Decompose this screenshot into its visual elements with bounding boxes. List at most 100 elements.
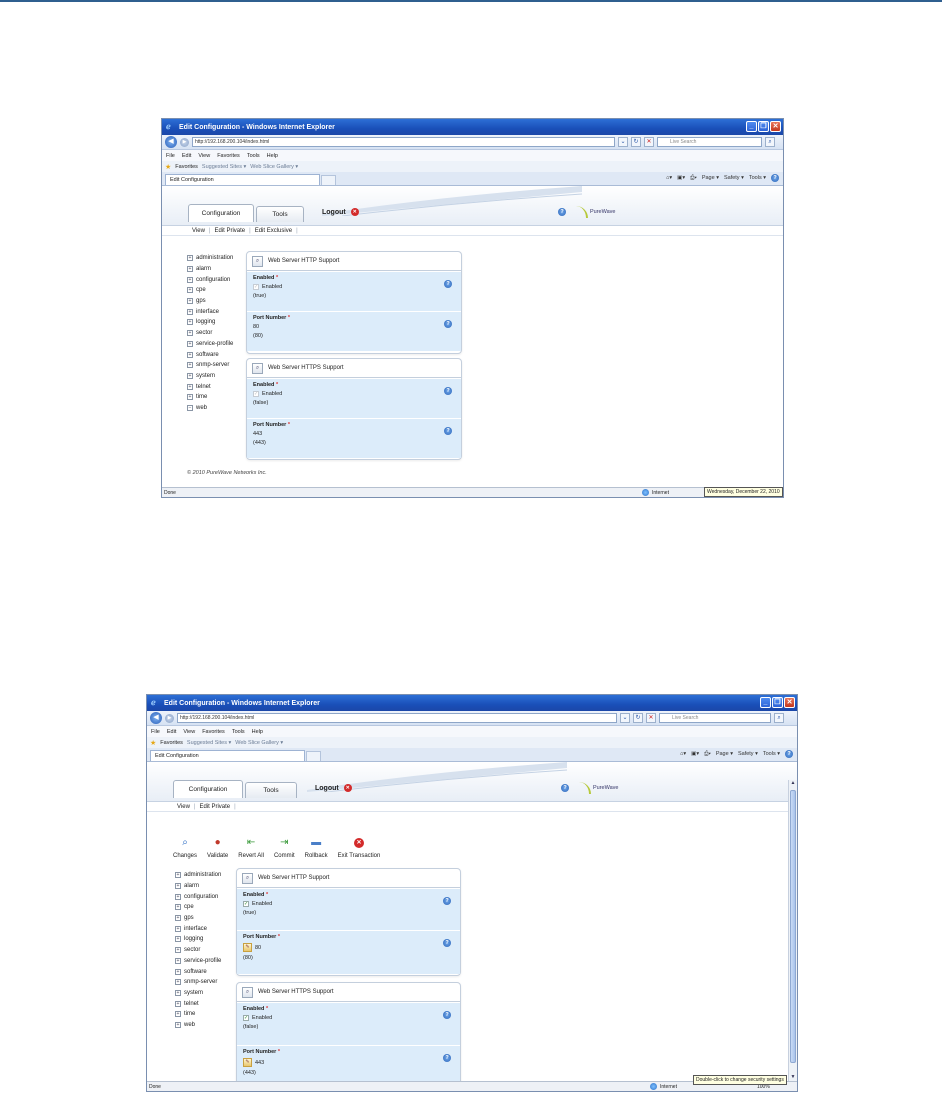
tree-item-service-profile[interactable]: + service-profile — [175, 956, 221, 967]
safety-menu[interactable]: Safety ▾ — [724, 175, 744, 181]
tree-item-time[interactable]: + time — [175, 1009, 221, 1020]
suggested-sites-link[interactable]: Suggested Sites ▾ — [187, 740, 231, 746]
refresh-button[interactable]: ↻ — [633, 713, 643, 723]
expand-icon[interactable]: + — [175, 1021, 181, 1028]
menu-edit[interactable]: Edit — [167, 729, 176, 735]
tree-item-software[interactable]: + software — [175, 966, 221, 977]
tab-tools[interactable]: Tools — [245, 782, 297, 798]
help-icon[interactable]: ? — [443, 897, 451, 905]
edit-icon[interactable]: ✎ — [243, 943, 252, 952]
collapse-icon[interactable]: − — [187, 404, 193, 411]
https-port-value[interactable]: 443 — [255, 1060, 264, 1066]
page-menu[interactable]: Page ▾ — [716, 751, 733, 757]
tree-item-time[interactable]: + time — [187, 392, 233, 403]
tree-item-configuration[interactable]: + configuration — [175, 891, 221, 902]
forward-button[interactable]: ▶ — [180, 137, 189, 147]
print-icon[interactable]: ⎙▾ — [690, 175, 697, 182]
subnav-edit-private[interactable]: Edit Private — [214, 228, 245, 234]
tree-item-cpe[interactable]: + cpe — [187, 285, 233, 296]
tree-item-alarm[interactable]: + alarm — [175, 881, 221, 892]
tree-item-logging[interactable]: + logging — [187, 317, 233, 328]
subnav-edit-private[interactable]: Edit Private — [199, 804, 230, 810]
menu-edit[interactable]: Edit — [182, 153, 191, 159]
close-button[interactable]: ✕ — [770, 121, 781, 132]
web-slice-gallery-link[interactable]: Web Slice Gallery ▾ — [250, 164, 298, 170]
help-icon[interactable]: ? — [785, 750, 793, 758]
minimize-button[interactable]: _ — [746, 121, 757, 132]
help-icon[interactable]: ? — [444, 280, 452, 288]
tree-item-sector[interactable]: + sector — [175, 945, 221, 956]
header-help-icon[interactable]: ? — [561, 784, 569, 792]
compat-view-button[interactable]: ⌄ — [620, 713, 630, 723]
expand-icon[interactable]: + — [175, 1011, 181, 1018]
tree-item-sector[interactable]: + sector — [187, 328, 233, 339]
expand-icon[interactable]: + — [175, 915, 181, 922]
browser-tab[interactable]: Edit Configuration — [150, 750, 305, 761]
tree-item-cpe[interactable]: + cpe — [175, 902, 221, 913]
browser-tab[interactable]: Edit Configuration — [165, 174, 320, 185]
expand-icon[interactable]: + — [187, 372, 193, 379]
web-slice-gallery-link[interactable]: Web Slice Gallery ▾ — [235, 740, 283, 746]
subnav-view[interactable]: View — [192, 228, 205, 234]
expand-icon[interactable]: + — [175, 1000, 181, 1007]
logout-button[interactable]: Logout ✕ — [322, 208, 359, 216]
tree-item-alarm[interactable]: + alarm — [187, 264, 233, 275]
tree-item-logging[interactable]: + logging — [175, 934, 221, 945]
validate-button[interactable]: ● Validate — [207, 837, 228, 859]
search-button[interactable]: ⌕ — [765, 137, 775, 147]
menu-view[interactable]: View — [198, 153, 210, 159]
new-tab-button[interactable] — [306, 751, 321, 761]
home-icon[interactable]: ⌂▾ — [666, 175, 672, 181]
print-icon[interactable]: ⎙▾ — [704, 751, 711, 758]
page-menu[interactable]: Page ▾ — [702, 175, 719, 181]
tree-item-interface[interactable]: + interface — [187, 306, 233, 317]
expand-icon[interactable]: + — [187, 255, 193, 262]
tree-item-service-profile[interactable]: + service-profile — [187, 339, 233, 350]
new-tab-button[interactable] — [321, 175, 336, 185]
menu-view[interactable]: View — [183, 729, 195, 735]
expand-icon[interactable]: + — [187, 340, 193, 347]
scroll-down-icon[interactable]: ▼ — [790, 1074, 796, 1081]
menu-tools[interactable]: Tools — [247, 153, 260, 159]
safety-menu[interactable]: Safety ▾ — [738, 751, 758, 757]
expand-icon[interactable]: + — [187, 298, 193, 305]
expand-icon[interactable]: + — [175, 936, 181, 943]
tree-item-configuration[interactable]: + configuration — [187, 274, 233, 285]
tab-configuration[interactable]: Configuration — [188, 204, 254, 222]
rollback-button[interactable]: ▬ Rollback — [305, 837, 328, 859]
feeds-icon[interactable]: ▣▾ — [677, 175, 685, 181]
help-icon[interactable]: ? — [443, 1011, 451, 1019]
expand-icon[interactable]: + — [187, 383, 193, 390]
expand-icon[interactable]: + — [175, 893, 181, 900]
help-icon[interactable]: ? — [443, 1054, 451, 1062]
tree-item-interface[interactable]: + interface — [175, 923, 221, 934]
tab-configuration[interactable]: Configuration — [173, 780, 243, 798]
vertical-scrollbar[interactable]: ▲ ▼ — [788, 780, 797, 1081]
http-enabled-checkbox[interactable]: ✓ — [243, 901, 249, 907]
expand-icon[interactable]: + — [175, 979, 181, 986]
menu-favorites[interactable]: Favorites — [202, 729, 225, 735]
compat-view-button[interactable]: ⌄ — [618, 137, 628, 147]
header-help-icon[interactable]: ? — [558, 208, 566, 216]
tree-item-telnet[interactable]: + telnet — [187, 381, 233, 392]
help-icon[interactable]: ? — [444, 320, 452, 328]
tree-item-gps[interactable]: + gps — [187, 296, 233, 307]
expand-icon[interactable]: + — [187, 362, 193, 369]
tools-menu[interactable]: Tools ▾ — [763, 751, 780, 757]
back-button[interactable]: ◀ — [150, 712, 162, 724]
expand-icon[interactable]: + — [175, 947, 181, 954]
expand-icon[interactable]: + — [187, 319, 193, 326]
menu-help[interactable]: Help — [252, 729, 263, 735]
stop-button[interactable]: ✕ — [646, 713, 656, 723]
favorites-button[interactable]: Favorites — [160, 740, 183, 746]
feeds-icon[interactable]: ▣▾ — [691, 751, 699, 757]
exit-transaction-button[interactable]: ✕ Exit Transaction — [338, 837, 380, 859]
close-button[interactable]: ✕ — [784, 697, 795, 708]
tree-item-administration[interactable]: + administration — [175, 870, 221, 881]
subnav-edit-exclusive[interactable]: Edit Exclusive — [255, 228, 292, 234]
security-zone[interactable]: Internet — [650, 1083, 677, 1090]
expand-icon[interactable]: + — [187, 276, 193, 283]
expand-icon[interactable]: + — [187, 287, 193, 294]
help-icon[interactable]: ? — [444, 387, 452, 395]
expand-icon[interactable]: + — [175, 957, 181, 964]
